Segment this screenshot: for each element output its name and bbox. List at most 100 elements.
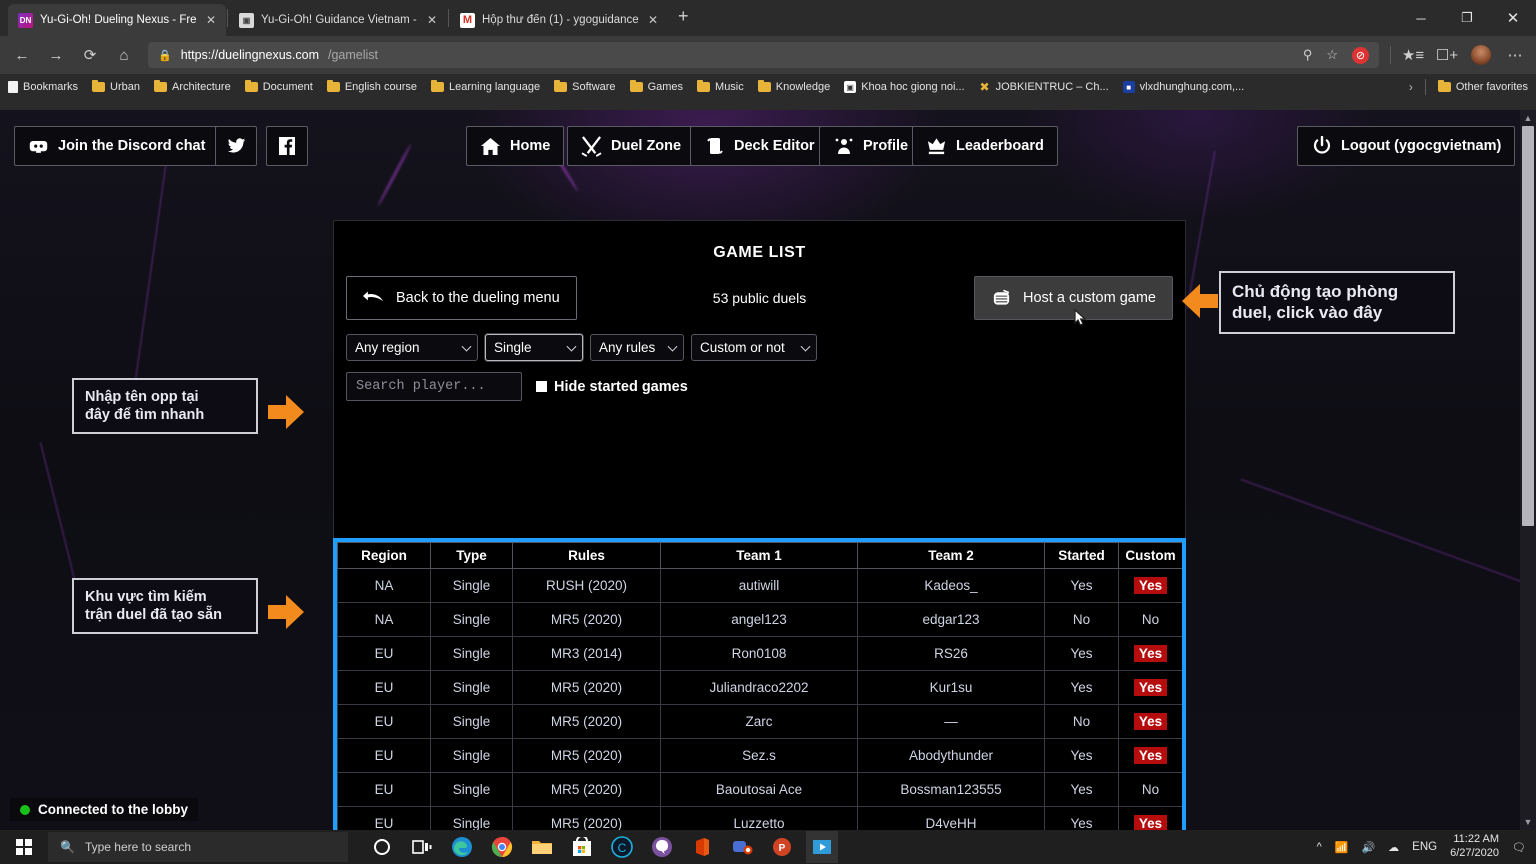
bookmark-item-english-course[interactable]: English course: [327, 81, 417, 93]
table-row[interactable]: EUSingleMR5 (2020)Baoutosai AceBossman12…: [338, 773, 1183, 807]
other-favorites-folder[interactable]: Other favorites: [1438, 81, 1528, 93]
rules-filter-select[interactable]: Any rules: [590, 334, 684, 361]
bookmark-item-knowledge[interactable]: Knowledge: [758, 81, 830, 93]
profile-avatar[interactable]: [1466, 40, 1496, 70]
bookmark-item-vlxdhunghung[interactable]: ■ vlxdhunghung.com,...: [1123, 81, 1245, 93]
table-row[interactable]: EUSingleMR3 (2014)Ron0108RS26YesYes: [338, 637, 1183, 671]
reload-icon[interactable]: ⟳: [74, 40, 106, 70]
bookmark-item-learning-language[interactable]: Learning language: [431, 81, 540, 93]
facebook-button[interactable]: [266, 126, 308, 166]
notification-icon[interactable]: 🗨: [1512, 841, 1526, 854]
table-row[interactable]: EUSingleMR5 (2020)Sez.sAbodythunderYesYe…: [338, 739, 1183, 773]
new-tab-button[interactable]: +: [668, 6, 699, 31]
cortana-icon[interactable]: [366, 831, 398, 863]
hide-started-games-toggle[interactable]: Hide started games: [536, 379, 688, 395]
table-row[interactable]: EUSingleMR5 (2020)Zarc—NoYes: [338, 705, 1183, 739]
nav-leaderboard-button[interactable]: Leaderboard: [912, 126, 1058, 166]
tracking-blocked-icon[interactable]: ⊘: [1352, 47, 1369, 64]
clock[interactable]: 11:22 AM 6/27/2020: [1450, 833, 1499, 861]
game-list-table-container[interactable]: Region Type Rules Team 1 Team 2 Started …: [333, 538, 1186, 830]
column-header-started[interactable]: Started: [1045, 543, 1119, 569]
close-window-button[interactable]: ✕: [1490, 0, 1536, 36]
taskbar-search-box[interactable]: 🔍 Type here to search: [48, 832, 348, 862]
bookmark-item-document[interactable]: Document: [245, 81, 313, 93]
favorite-star-icon[interactable]: ☆: [1326, 47, 1338, 63]
chevron-down-icon: [462, 341, 472, 351]
search-player-input[interactable]: Search player...: [346, 372, 522, 401]
nav-profile-button[interactable]: Profile: [819, 126, 922, 166]
close-icon[interactable]: ✕: [204, 13, 218, 27]
browser-tab-1[interactable]: DN Yu-Gi-Oh! Dueling Nexus - Free ✕: [8, 4, 226, 36]
chrome-icon[interactable]: [486, 831, 518, 863]
teams-icon[interactable]: [726, 831, 758, 863]
office-icon[interactable]: [686, 831, 718, 863]
bookmark-item-music[interactable]: Music: [697, 81, 744, 93]
bookmark-item-architecture[interactable]: Architecture: [154, 81, 231, 93]
column-header-type[interactable]: Type: [431, 543, 513, 569]
maximize-button[interactable]: ❐: [1444, 0, 1490, 36]
network-icon[interactable]: 📶: [1335, 841, 1349, 854]
favorites-list-icon[interactable]: ★≡: [1398, 40, 1428, 70]
column-header-custom[interactable]: Custom: [1119, 543, 1183, 569]
table-row[interactable]: NASingleMR5 (2020)angel123edgar123NoNo: [338, 603, 1183, 637]
close-icon[interactable]: ✕: [425, 13, 439, 27]
nav-deck-editor-button[interactable]: Deck Editor: [690, 126, 829, 166]
forward-icon[interactable]: →: [40, 40, 72, 70]
microsoft-store-icon[interactable]: [566, 831, 598, 863]
checkbox[interactable]: [536, 381, 547, 392]
region-filter-select[interactable]: Any region: [346, 334, 478, 361]
cell-custom: Yes: [1119, 637, 1183, 671]
browser-tab-3[interactable]: M Hộp thư đến (1) - ygoguidance@ ✕: [450, 4, 668, 36]
search-icon[interactable]: ⚲: [1303, 47, 1313, 63]
column-header-rules[interactable]: Rules: [513, 543, 661, 569]
nav-duel-zone-button[interactable]: Duel Zone: [567, 126, 695, 166]
table-row[interactable]: NASingleRUSH (2020)autiwillKadeos_YesYes: [338, 569, 1183, 603]
bookmark-item-software[interactable]: Software: [554, 81, 615, 93]
file-explorer-icon[interactable]: [526, 831, 558, 863]
column-header-region[interactable]: Region: [338, 543, 431, 569]
bookmark-item-jobkientruc[interactable]: ✖ JOBKIENTRUC – Ch...: [979, 81, 1109, 93]
task-view-icon[interactable]: [406, 831, 438, 863]
bookmark-item-bookmarks[interactable]: Bookmarks: [8, 81, 78, 93]
edge-icon[interactable]: [446, 831, 478, 863]
more-icon[interactable]: ⋯: [1500, 40, 1530, 70]
browser-tab-2[interactable]: ▣ Yu-Gi-Oh! Guidance Vietnam - H ✕: [229, 4, 447, 36]
home-icon[interactable]: ⌂: [108, 40, 140, 70]
table-row[interactable]: EUSingleMR5 (2020)LuzzettoD4veHHYesYes: [338, 807, 1183, 831]
address-bar[interactable]: 🔒 https://duelingnexus.com/gamelist ⚲ ☆ …: [148, 42, 1379, 68]
media-player-icon[interactable]: [806, 831, 838, 863]
volume-icon[interactable]: 🔊: [1361, 841, 1375, 854]
custom-filter-select[interactable]: Custom or not: [691, 334, 817, 361]
language-indicator[interactable]: ENG: [1412, 841, 1437, 853]
twitter-button[interactable]: [215, 126, 257, 166]
viber-icon[interactable]: [646, 831, 678, 863]
logout-button[interactable]: Logout (ygocgvietnam): [1297, 126, 1515, 166]
c-app-icon[interactable]: C: [606, 831, 638, 863]
page-scrollbar[interactable]: ▲ ▼: [1520, 110, 1536, 830]
powerpoint-icon[interactable]: P: [766, 831, 798, 863]
chevron-up-icon[interactable]: ^: [1317, 841, 1322, 853]
scroll-up-icon[interactable]: ▲: [1524, 110, 1533, 126]
back-icon[interactable]: ←: [6, 40, 38, 70]
type-filter-select[interactable]: Single: [485, 334, 583, 361]
join-discord-button[interactable]: Join the Discord chat: [14, 126, 219, 166]
bookmark-item-games[interactable]: Games: [630, 81, 683, 93]
nav-home-button[interactable]: Home: [466, 126, 564, 166]
bookmark-item-urban[interactable]: Urban: [92, 81, 140, 93]
collections-icon[interactable]: ☐+: [1432, 40, 1462, 70]
start-button[interactable]: [0, 830, 48, 864]
minimize-button[interactable]: ─: [1398, 0, 1444, 36]
column-header-team2[interactable]: Team 2: [858, 543, 1045, 569]
table-row[interactable]: EUSingleMR5 (2020)Juliandraco2202Kur1suY…: [338, 671, 1183, 705]
column-header-team1[interactable]: Team 1: [661, 543, 858, 569]
back-to-dueling-menu-button[interactable]: Back to the dueling menu: [346, 276, 577, 320]
close-icon[interactable]: ✕: [646, 13, 660, 27]
scroll-down-icon[interactable]: ▼: [1524, 814, 1533, 830]
onedrive-icon[interactable]: ☁: [1388, 841, 1399, 854]
scrollbar-track[interactable]: [1522, 526, 1534, 814]
x-site-icon: ✖: [979, 81, 991, 93]
window-controls: ─ ❐ ✕: [1398, 0, 1536, 36]
bookmark-item-khoa-hoc[interactable]: ▣ Khoa hoc giong noi...: [844, 81, 964, 93]
bookmarks-overflow-icon[interactable]: ›: [1409, 80, 1413, 94]
scrollbar-thumb[interactable]: [1522, 126, 1534, 526]
